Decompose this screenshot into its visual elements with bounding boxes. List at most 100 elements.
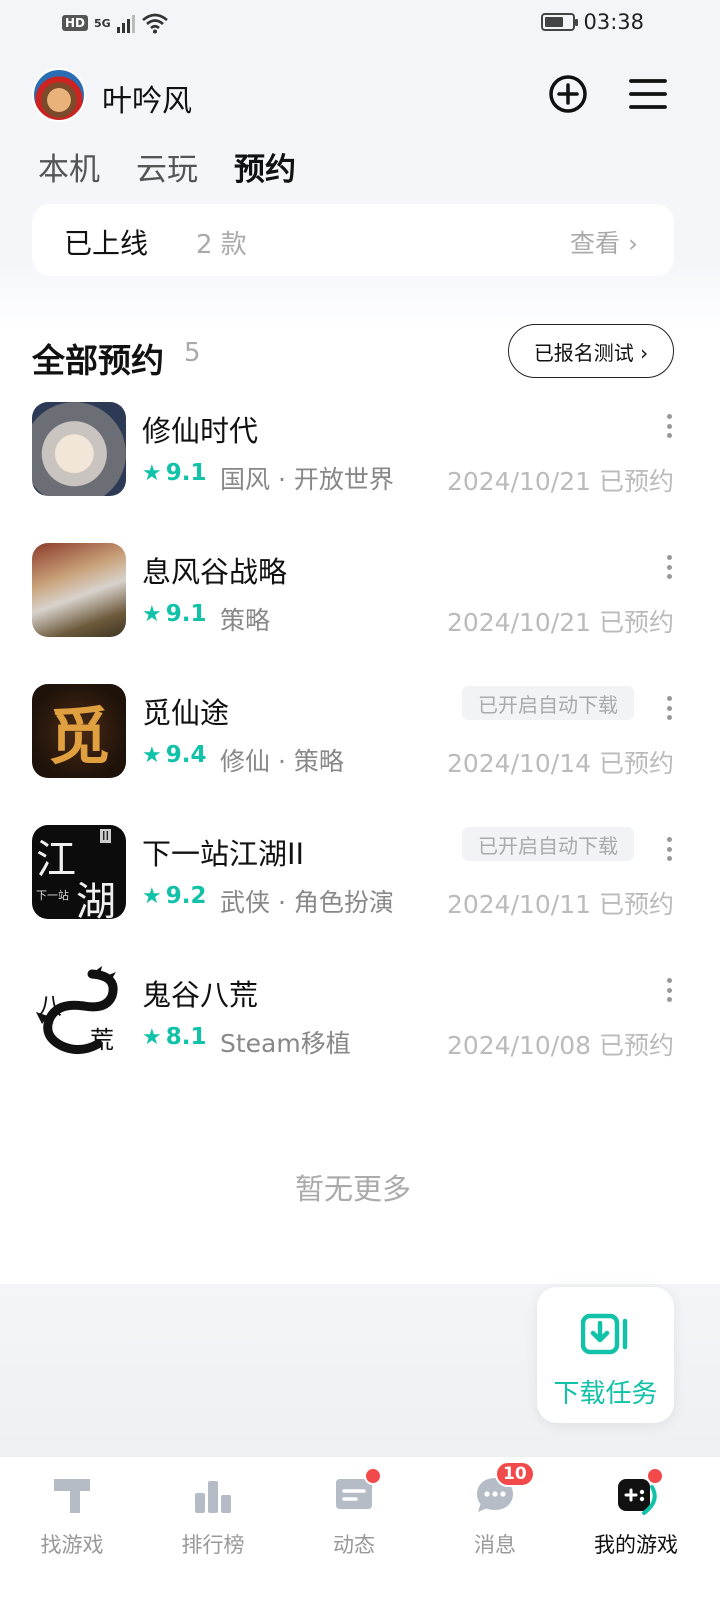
nav-label: 动态	[333, 1533, 375, 1557]
more-options-icon[interactable]	[662, 978, 676, 1002]
game-row[interactable]: 修仙时代 ★ 9.1 国风 · 开放世界 2024/10/21 已预约	[0, 402, 720, 502]
status-bar: HD 5G 03:38	[0, 0, 720, 50]
download-task-label: 下载任务	[553, 1379, 658, 1409]
bottom-nav: 找游戏 排行榜 动态 10 消息 我的游戏	[0, 1456, 720, 1601]
star-icon: ★	[142, 1024, 162, 1050]
game-icon-glyph: 下一站	[36, 889, 69, 902]
game-rating: ★ 9.2	[142, 883, 206, 909]
nav-label: 找游戏	[40, 1533, 104, 1557]
nav-label: 排行榜	[181, 1533, 245, 1557]
message-count-badge: 10	[495, 1461, 535, 1487]
game-row[interactable]: 江 湖 下一站 II 下一站江湖II 已开启自动下载 ★ 9.2 武侠 · 角色扮…	[0, 825, 720, 925]
tab-label: 预约	[234, 152, 296, 188]
game-name: 息风谷战略	[142, 555, 288, 589]
rating-score: 9.4	[165, 742, 207, 768]
game-row[interactable]: 八 荒 鬼谷八荒 ★ 8.1 Steam移植 2024/10/08 已预约	[0, 966, 720, 1066]
hd-badge: HD	[62, 15, 89, 31]
tab-local[interactable]: 本机	[38, 144, 100, 189]
game-rating: ★ 8.1	[142, 1024, 206, 1050]
more-options-icon[interactable]	[662, 414, 676, 438]
game-name: 修仙时代	[142, 414, 259, 448]
menu-button[interactable]	[628, 74, 668, 114]
hamburger-icon	[629, 79, 667, 109]
no-more-text: 暂无更多	[294, 1172, 411, 1206]
game-icon[interactable]	[32, 543, 126, 637]
reservation-date: 2024/10/08 已预约	[446, 1031, 674, 1060]
ranking-icon	[195, 1473, 231, 1513]
find-game-icon	[54, 1479, 90, 1513]
nav-label: 我的游戏	[594, 1533, 678, 1557]
rating-score: 9.1	[165, 601, 207, 627]
registered-test-button[interactable]: 已报名测试 ›	[508, 324, 674, 378]
more-options-icon[interactable]	[662, 555, 676, 579]
game-icon-glyph: 江	[36, 837, 76, 883]
game-tags: 国风 · 开放世界	[220, 465, 394, 494]
online-games-card[interactable]: 已上线 2 款 查看 ›	[32, 204, 674, 276]
game-icon-glyph: 八	[38, 992, 62, 1020]
game-rating: ★ 9.1	[142, 460, 206, 486]
rating-score: 8.1	[165, 1024, 207, 1050]
online-count: 2 款	[196, 230, 247, 260]
star-icon: ★	[142, 601, 162, 627]
star-icon: ★	[142, 883, 162, 909]
game-tags: 策略	[220, 606, 271, 635]
more-options-icon[interactable]	[662, 837, 676, 861]
auto-download-badge: 已开启自动下载	[462, 686, 634, 720]
game-icon-glyph: II	[100, 829, 112, 843]
game-icon-glyph: 荒	[90, 1026, 114, 1054]
more-options-icon[interactable]	[662, 696, 676, 720]
tab-label: 云玩	[136, 152, 198, 188]
wifi-icon	[141, 13, 168, 34]
nav-find-game[interactable]: 找游戏	[0, 1457, 144, 1567]
game-rating: ★ 9.4	[142, 742, 206, 768]
download-icon	[581, 1313, 628, 1355]
view-link[interactable]: 查看 ›	[570, 224, 638, 260]
nav-my-games[interactable]: 我的游戏	[564, 1457, 708, 1567]
signal-icon	[116, 13, 135, 33]
star-icon: ★	[142, 460, 162, 486]
notification-dot	[646, 1467, 664, 1485]
game-row[interactable]: 觅 觅仙途 已开启自动下载 ★ 9.4 修仙 · 策略 2024/10/14 已预…	[0, 684, 720, 784]
reservation-date: 2024/10/11 已预约	[446, 890, 674, 919]
battery-icon	[541, 13, 579, 31]
game-icon-glyph: 湖	[76, 879, 116, 919]
nav-ranking[interactable]: 排行榜	[141, 1457, 285, 1567]
tab-label: 本机	[38, 152, 100, 188]
game-name: 下一站江湖II	[142, 837, 305, 871]
reservation-date: 2024/10/21 已预约	[446, 608, 674, 637]
rating-score: 9.1	[165, 460, 207, 486]
nav-messages[interactable]: 10 消息	[423, 1457, 567, 1567]
game-tags: 武侠 · 角色扮演	[220, 888, 394, 917]
username[interactable]: 叶吟风	[102, 76, 192, 120]
tab-cloud[interactable]: 云玩	[136, 144, 198, 189]
avatar[interactable]	[32, 68, 86, 122]
download-task-button[interactable]: 下载任务	[537, 1287, 674, 1423]
reservation-date: 2024/10/14 已预约	[446, 749, 674, 778]
tab-reservations[interactable]: 预约	[232, 144, 298, 189]
star-icon: ★	[142, 742, 162, 768]
game-name: 鬼谷八荒	[142, 978, 259, 1012]
nav-label: 消息	[474, 1533, 516, 1557]
game-icon[interactable]: 江 湖 下一站 II	[32, 825, 126, 919]
reservation-date: 2024/10/21 已预约	[446, 467, 674, 496]
game-name: 觅仙途	[142, 696, 230, 730]
game-icon[interactable]: 八 荒	[32, 966, 126, 1060]
nav-feed[interactable]: 动态	[282, 1457, 426, 1567]
add-button[interactable]	[548, 74, 588, 114]
game-rating: ★ 9.1	[142, 601, 206, 627]
game-tags: Steam移植	[220, 1029, 351, 1058]
section-count: 5	[184, 338, 201, 368]
game-tags: 修仙 · 策略	[220, 747, 344, 776]
game-icon[interactable]: 觅	[32, 684, 126, 778]
plus-circle-icon	[549, 75, 587, 113]
online-title: 已上线	[64, 227, 149, 260]
rating-score: 9.2	[165, 883, 207, 909]
notification-dot	[364, 1467, 382, 1485]
game-icon[interactable]	[32, 402, 126, 496]
game-icon-glyph: 觅	[47, 700, 110, 773]
tab-bar: 本机 云玩 预约	[38, 144, 298, 189]
status-right: 03:38	[541, 10, 644, 34]
game-row[interactable]: 息风谷战略 ★ 9.1 策略 2024/10/21 已预约	[0, 543, 720, 643]
status-left: HD 5G	[62, 12, 169, 34]
section-title: 全部预约	[32, 341, 164, 380]
